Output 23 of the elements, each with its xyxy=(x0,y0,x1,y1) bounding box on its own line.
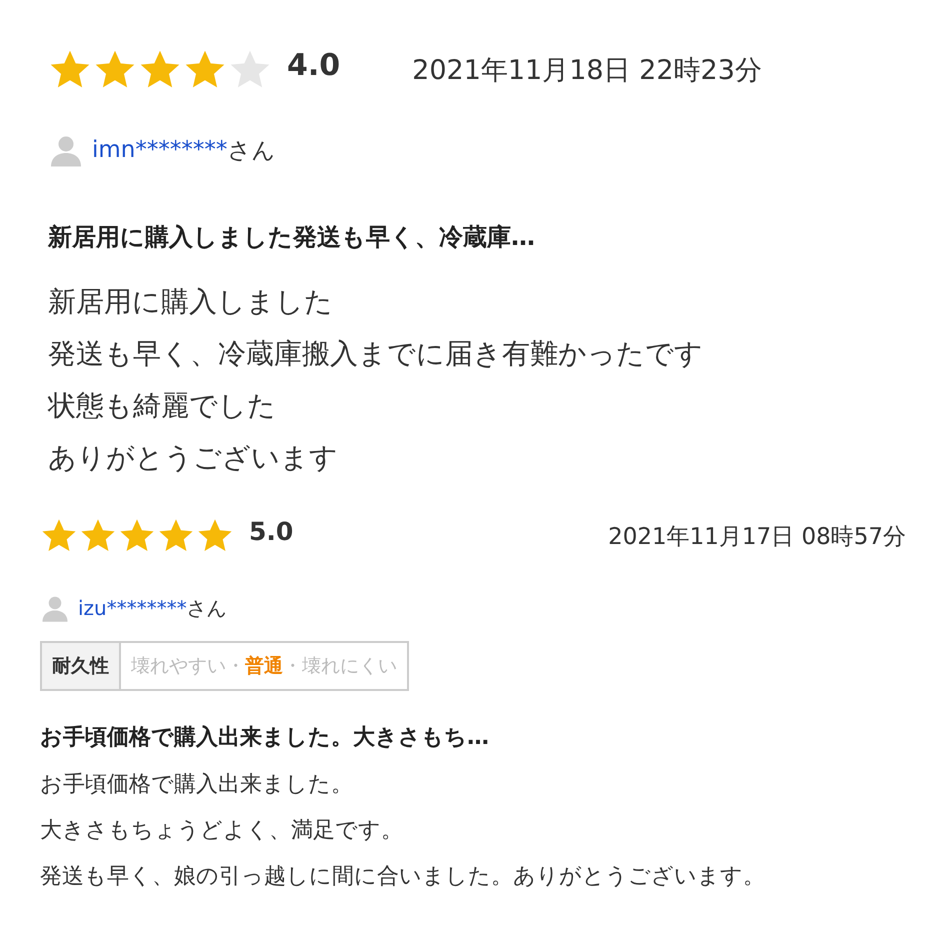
review-title: お手頃価格で購入出来ました。大きさもち… xyxy=(40,724,490,752)
review-date: 2021年11月17日 08時57分 xyxy=(608,522,906,552)
review-text: 新居用に購入しました xyxy=(48,284,333,320)
rating-value: 5.0 xyxy=(249,516,294,546)
review-text: ありがとうございます xyxy=(48,440,338,476)
rating-option: 普通 xyxy=(245,653,283,679)
review-text: 発送も早く、冷蔵庫搬入までに届き有難かったです xyxy=(48,336,703,372)
attribute-label: 耐久性 xyxy=(42,643,121,689)
review-text: 大きさもちょうどよく、満足です。 xyxy=(40,817,403,845)
rating-option: 壊れやすい xyxy=(131,653,226,679)
separator: ・ xyxy=(226,654,245,679)
rating-value: 4.0 xyxy=(287,48,340,82)
honorific: さん xyxy=(227,136,276,166)
review-date: 2021年11月18日 22時23分 xyxy=(412,54,762,88)
user-name[interactable]: izu******** xyxy=(78,596,187,620)
review-text: お手頃価格で購入出来ました。 xyxy=(40,771,353,799)
separator: ・ xyxy=(283,654,302,679)
review-text: 発送も早く、娘の引っ越しに間に合いました。ありがとうございます。 xyxy=(40,863,765,891)
rating-option: 壊れにくい xyxy=(302,653,397,679)
review-title: 新居用に購入しました発送も早く、冷蔵庫… xyxy=(48,222,536,253)
review-text: 状態も綺麗でした xyxy=(48,388,276,424)
user-name[interactable]: imn******** xyxy=(92,137,228,163)
honorific: さん xyxy=(186,594,227,622)
